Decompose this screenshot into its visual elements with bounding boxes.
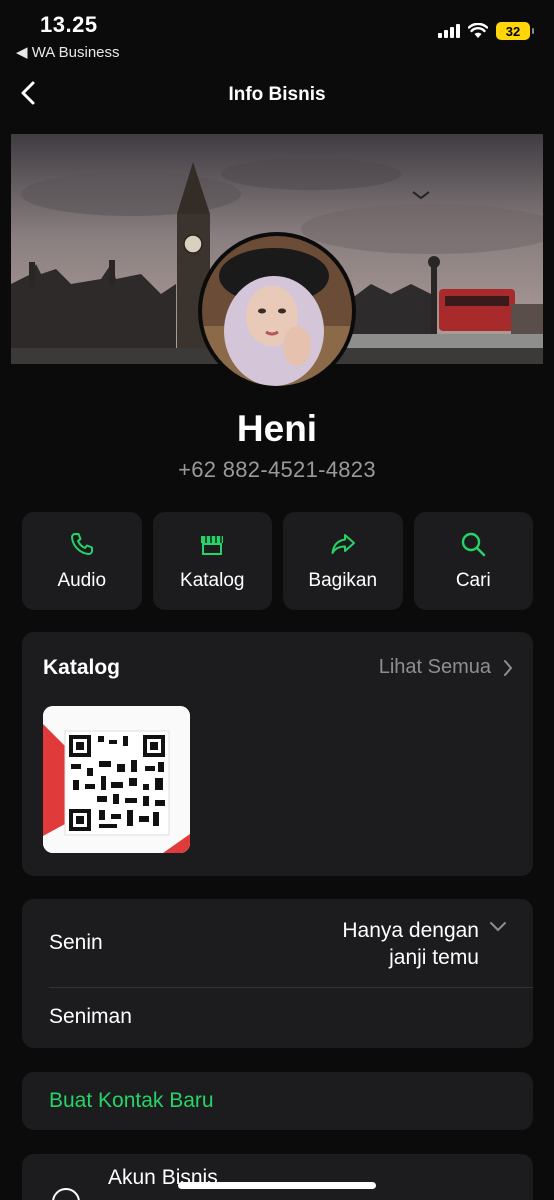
phone-icon	[70, 533, 93, 555]
catalog-item-thumbnail[interactable]	[43, 706, 190, 853]
back-to-app-link[interactable]: ◀ WA Business	[16, 43, 120, 61]
divider	[49, 987, 533, 988]
battery-indicator: 32	[496, 22, 534, 40]
catalog-title: Katalog	[43, 656, 121, 679]
search-label: Cari	[455, 570, 491, 591]
new-contact-button[interactable]: Buat Kontak Baru	[49, 1089, 214, 1113]
home-indicator[interactable]	[178, 1182, 376, 1189]
page-title: Info Bisnis	[228, 84, 326, 105]
hours-value-line2: janji temu	[389, 946, 479, 969]
search-button[interactable]: Cari	[413, 512, 533, 610]
status-indicators: 32	[438, 22, 534, 40]
info-icon	[52, 1188, 80, 1200]
business-details-section: Senin Hanya dengan janji temu Seniman	[22, 899, 533, 1048]
cellular-signal-icon	[438, 24, 460, 38]
store-icon	[201, 536, 224, 555]
search-icon	[462, 532, 486, 557]
share-label: Bagikan	[308, 570, 378, 591]
new-contact-row[interactable]: Buat Kontak Baru	[22, 1072, 533, 1130]
audio-label: Audio	[57, 570, 107, 591]
share-icon	[331, 534, 355, 554]
profile-avatar[interactable]	[198, 232, 356, 390]
avatar-image	[202, 236, 352, 386]
profile-name: Heni	[236, 408, 318, 449]
business-account-row[interactable]: Akun Bisnis	[22, 1154, 533, 1200]
hours-day: Senin	[49, 931, 103, 954]
business-category: Seniman	[49, 1005, 132, 1028]
see-all-label: Lihat Semua	[378, 656, 491, 678]
catalog-section: Katalog Lihat Semua	[22, 632, 533, 876]
catalog-label: Katalog	[180, 570, 245, 591]
chevron-right-icon	[504, 659, 513, 676]
profile-phone: +62 882-4521-4823	[178, 457, 376, 482]
chevron-down-icon[interactable]	[489, 921, 507, 933]
hours-value-line1: Hanya dengan	[342, 919, 479, 942]
share-button[interactable]: Bagikan	[283, 512, 403, 610]
qr-code-image	[43, 706, 190, 853]
wifi-icon	[468, 23, 488, 38]
audio-call-button[interactable]: Audio	[22, 512, 142, 610]
see-all-link[interactable]: Lihat Semua	[379, 656, 513, 679]
action-buttons: Audio Katalog Bagikan Cari	[22, 512, 533, 610]
business-hours-value[interactable]: Hanya dengan janji temu	[342, 917, 479, 971]
catalog-button[interactable]: Katalog	[152, 512, 272, 610]
status-time: 13.25	[40, 12, 98, 37]
